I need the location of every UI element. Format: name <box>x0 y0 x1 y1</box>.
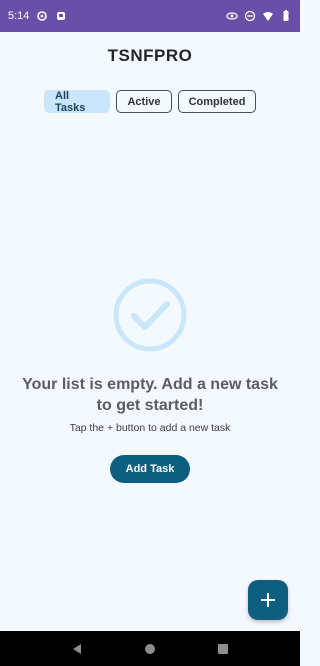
tab-active[interactable]: Active <box>116 90 172 113</box>
status-left: 5:14 <box>8 10 67 22</box>
empty-state-subtitle: Tap the + button to add a new task <box>69 422 231 434</box>
recents-icon[interactable] <box>216 642 230 656</box>
plus-icon <box>260 592 276 608</box>
tab-completed[interactable]: Completed <box>178 90 256 113</box>
status-time: 5:14 <box>8 10 30 22</box>
app-title: TSNFPRO <box>107 46 193 65</box>
tab-all-tasks[interactable]: All Tasks <box>44 90 110 114</box>
do-not-disturb-icon <box>244 10 256 22</box>
wifi-icon <box>262 10 274 22</box>
add-fab-button[interactable] <box>248 580 288 620</box>
back-icon[interactable] <box>70 642 84 656</box>
settings-icon <box>36 10 48 22</box>
eye-icon <box>226 10 238 22</box>
filter-tabs: All Tasks Active Completed <box>0 90 300 114</box>
notification-app-icon <box>55 10 67 22</box>
check-circle-icon <box>112 277 188 353</box>
battery-icon <box>280 10 292 22</box>
status-right <box>226 10 292 22</box>
app-screen: TSNFPRO All Tasks Active Completed Your … <box>0 32 300 631</box>
empty-state-title: Your list is empty. Add a new task to ge… <box>22 376 278 414</box>
system-nav-bar <box>0 631 300 666</box>
home-icon[interactable] <box>143 642 157 656</box>
add-task-button[interactable]: Add Task <box>110 455 190 483</box>
status-bar: 5:14 <box>0 0 300 32</box>
